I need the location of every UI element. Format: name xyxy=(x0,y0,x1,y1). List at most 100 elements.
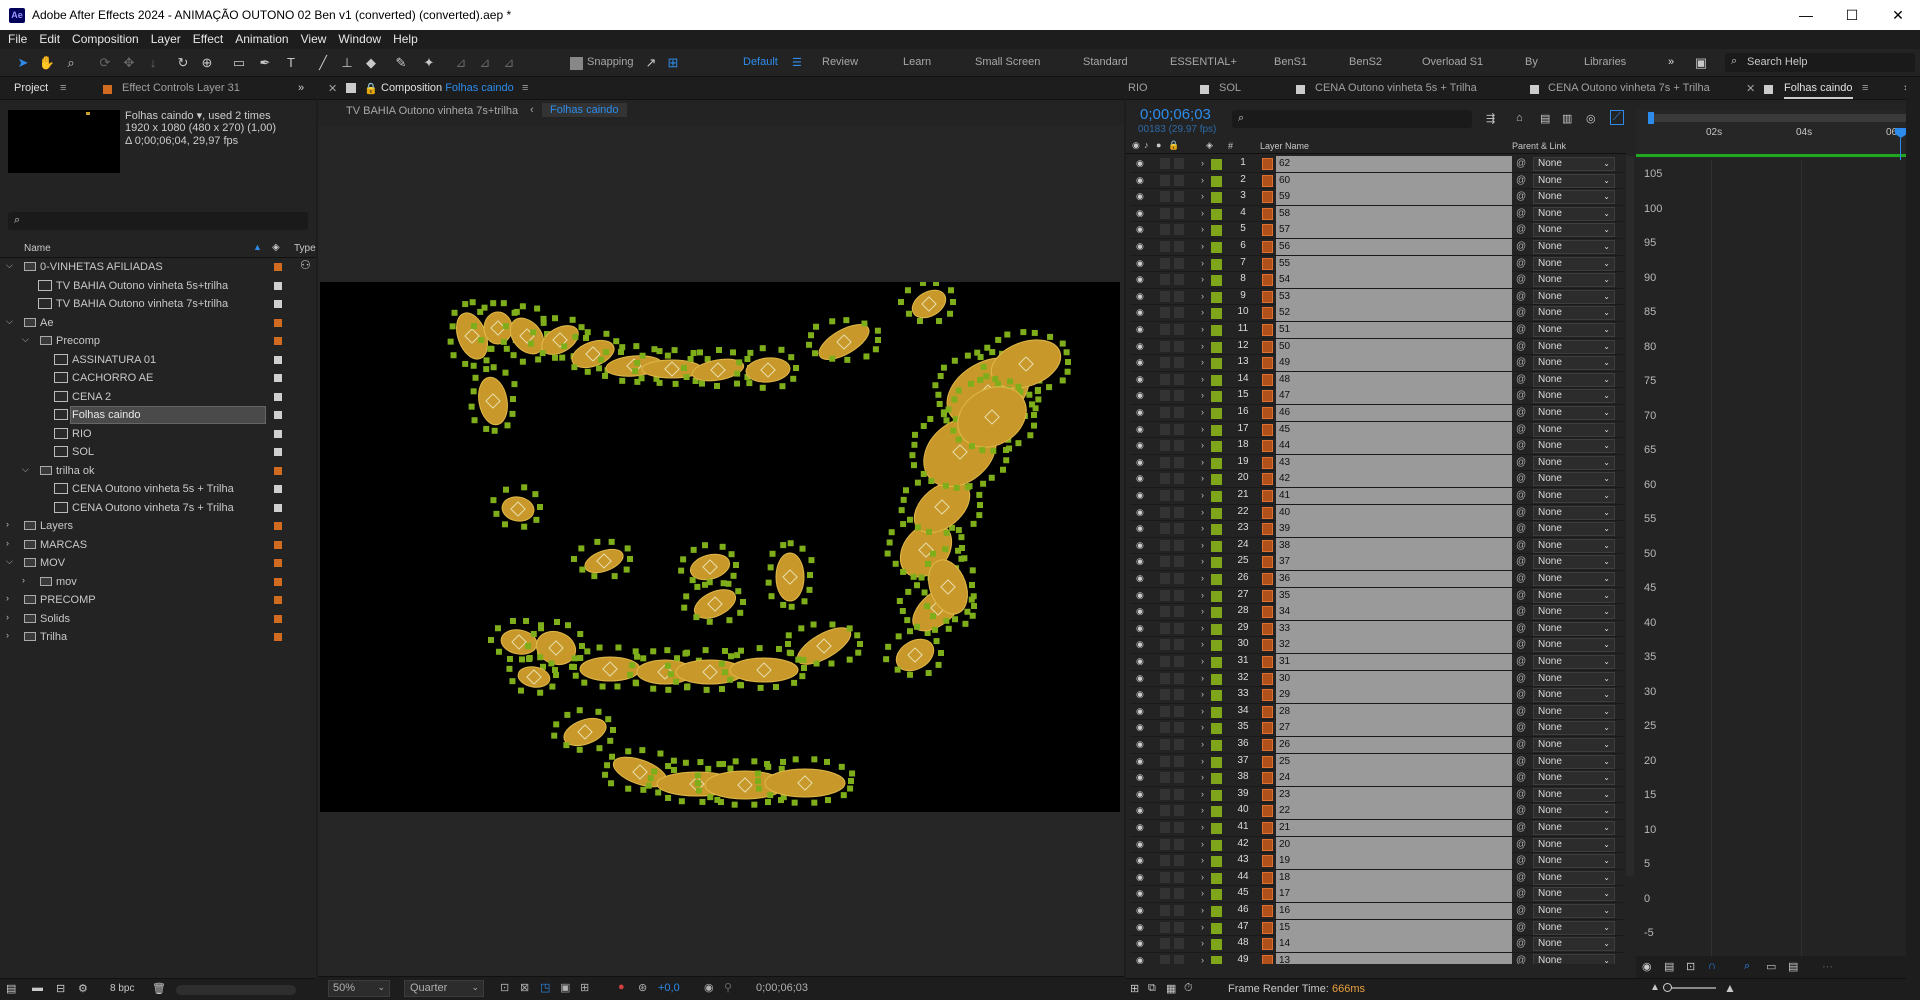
layer-label-color[interactable] xyxy=(1211,673,1222,685)
pick-whip-icon[interactable]: @ xyxy=(1516,955,1526,964)
layer-row[interactable]: ◉ › 11 51 @ None ⌄ xyxy=(1130,322,1625,339)
visibility-eye-icon[interactable]: ◉ xyxy=(1136,905,1144,916)
pick-whip-icon[interactable]: @ xyxy=(1516,540,1526,551)
parent-dropdown[interactable]: None ⌄ xyxy=(1533,289,1615,304)
pick-whip-icon[interactable]: @ xyxy=(1516,656,1526,667)
layer-name[interactable]: 62 xyxy=(1276,156,1512,172)
parent-dropdown[interactable]: None ⌄ xyxy=(1533,505,1615,520)
solo-switch[interactable] xyxy=(1160,622,1170,634)
expand-arrow-icon[interactable]: › xyxy=(1201,523,1204,533)
project-item[interactable]: › mov xyxy=(0,573,296,591)
project-item[interactable]: ⌵ trilha ok xyxy=(0,462,296,480)
visibility-eye-icon[interactable]: ◉ xyxy=(1136,158,1144,169)
layer-label-color[interactable] xyxy=(1211,391,1222,403)
lock-switch[interactable] xyxy=(1174,473,1184,485)
pick-whip-icon[interactable]: @ xyxy=(1516,258,1526,269)
viewer-timecode[interactable]: 0;00;06;03 xyxy=(756,982,808,994)
parent-dropdown[interactable]: None ⌄ xyxy=(1533,472,1615,487)
layer-row[interactable]: ◉ › 30 32 @ None ⌄ xyxy=(1130,637,1625,654)
lock-switch[interactable] xyxy=(1174,440,1184,452)
pick-whip-icon[interactable]: @ xyxy=(1516,307,1526,318)
sort-arrow-icon[interactable]: ▲ xyxy=(253,242,262,252)
exposure-value[interactable]: +0,0 xyxy=(658,982,680,994)
visibility-eye-icon[interactable]: ◉ xyxy=(1136,457,1144,468)
time-ruler[interactable]: 02s 04s 06 xyxy=(1636,110,1920,158)
visibility-eye-icon[interactable]: ◉ xyxy=(1136,556,1144,567)
layer-name[interactable]: 30 xyxy=(1276,670,1512,687)
expand-arrow-icon[interactable]: › xyxy=(1201,689,1204,699)
lock-switch[interactable] xyxy=(1174,573,1184,584)
solo-switch[interactable] xyxy=(1160,224,1170,236)
solo-switch[interactable] xyxy=(1160,755,1170,767)
separate-dimensions-icon[interactable]: ▤ xyxy=(1788,960,1798,973)
lock-icon[interactable]: 🔒 xyxy=(364,82,378,95)
project-item[interactable]: › PRECOMP xyxy=(0,591,296,609)
parent-dropdown[interactable]: None ⌄ xyxy=(1533,605,1615,620)
layer-label-color[interactable] xyxy=(1211,607,1222,619)
pick-whip-icon[interactable]: @ xyxy=(1516,772,1526,783)
parent-dropdown[interactable]: None ⌄ xyxy=(1533,671,1615,686)
solo-switch[interactable] xyxy=(1160,423,1170,435)
solo-switch[interactable] xyxy=(1160,191,1170,203)
show-snapshot-icon[interactable]: ⚲ xyxy=(724,981,732,994)
expand-arrow-icon[interactable]: › xyxy=(1201,490,1204,500)
layer-name[interactable]: 41 xyxy=(1276,488,1512,504)
label-color-swatch[interactable] xyxy=(274,392,282,401)
expand-arrow-icon[interactable]: › xyxy=(1201,374,1204,384)
solo-switch[interactable] xyxy=(1160,357,1170,369)
layer-row[interactable]: ◉ › 39 23 @ None ⌄ xyxy=(1130,786,1625,804)
solo-switch[interactable] xyxy=(1160,539,1170,551)
workspace-review[interactable]: Review xyxy=(822,56,858,68)
label-color-swatch[interactable] xyxy=(274,263,282,271)
layer-name[interactable]: 24 xyxy=(1276,770,1512,787)
pick-whip-icon[interactable]: @ xyxy=(1516,739,1526,750)
layer-label-color[interactable] xyxy=(1211,275,1222,287)
lock-switch[interactable] xyxy=(1174,539,1184,551)
expand-arrow-icon[interactable]: › xyxy=(1201,789,1204,799)
layer-name[interactable]: 58 xyxy=(1276,205,1512,222)
label-color-swatch[interactable] xyxy=(274,318,282,327)
chevron-right-icon[interactable]: › xyxy=(6,630,9,640)
visibility-eye-icon[interactable]: ◉ xyxy=(1136,689,1144,700)
parent-dropdown[interactable]: None ⌄ xyxy=(1533,223,1615,238)
layer-row[interactable]: ◉ › 20 42 @ None ⌄ xyxy=(1130,471,1625,488)
project-item[interactable]: CENA 2 xyxy=(0,388,296,406)
layer-row[interactable]: ◉ › 48 14 @ None ⌄ xyxy=(1130,936,1625,953)
lock-switch[interactable] xyxy=(1174,772,1184,784)
parent-dropdown[interactable]: None ⌄ xyxy=(1533,555,1615,570)
expand-arrow-icon[interactable]: › xyxy=(1201,772,1204,782)
project-item[interactable]: ASSINATURA 01 xyxy=(0,351,296,369)
parent-dropdown[interactable]: None ⌄ xyxy=(1533,572,1615,586)
transparency-grid-icon[interactable]: ⊠ xyxy=(520,981,529,994)
parent-dropdown[interactable]: None ⌄ xyxy=(1533,920,1615,935)
pick-whip-icon[interactable]: @ xyxy=(1516,208,1526,219)
lock-switch[interactable] xyxy=(1174,672,1184,684)
lock-switch[interactable] xyxy=(1174,905,1184,916)
solo-switch[interactable] xyxy=(1160,938,1170,950)
layer-label-color[interactable] xyxy=(1211,889,1222,901)
layer-label-color[interactable] xyxy=(1211,640,1222,652)
shy-layers-icon[interactable]: ▤ xyxy=(1540,112,1550,125)
solo-switch[interactable] xyxy=(1160,589,1170,601)
expand-arrow-icon[interactable]: › xyxy=(1201,507,1204,517)
project-item[interactable]: ⌵ MOV xyxy=(0,554,296,572)
tab-folhas-caindo[interactable]: Folhas caindo xyxy=(1784,82,1853,99)
tab-effect-controls[interactable]: Effect Controls Layer 31 xyxy=(122,82,240,94)
solo-switch[interactable] xyxy=(1160,639,1170,651)
expand-arrow-icon[interactable]: › xyxy=(1201,855,1204,865)
solo-switch[interactable] xyxy=(1160,506,1170,518)
parent-dropdown[interactable]: None ⌄ xyxy=(1533,754,1615,769)
solo-switch[interactable] xyxy=(1160,340,1170,352)
project-item[interactable]: TV BAHIA Outono vinheta 7s+trilha xyxy=(0,295,296,313)
sync-settings-icon[interactable]: ▣ xyxy=(1692,54,1710,72)
expand-arrow-icon[interactable]: › xyxy=(1201,175,1204,185)
layer-label-color[interactable] xyxy=(1211,756,1222,768)
lock-switch[interactable] xyxy=(1174,174,1184,186)
layer-name[interactable]: 25 xyxy=(1276,753,1512,770)
lock-switch[interactable] xyxy=(1174,407,1184,418)
parent-dropdown[interactable]: None ⌄ xyxy=(1533,804,1615,819)
orbit-tool-icon[interactable]: ⟳ xyxy=(96,54,114,72)
roto-tool-icon[interactable]: ✎ xyxy=(392,54,410,72)
workspace-essential[interactable]: ESSENTIAL+ xyxy=(1170,56,1237,68)
pick-whip-icon[interactable]: @ xyxy=(1516,839,1526,850)
